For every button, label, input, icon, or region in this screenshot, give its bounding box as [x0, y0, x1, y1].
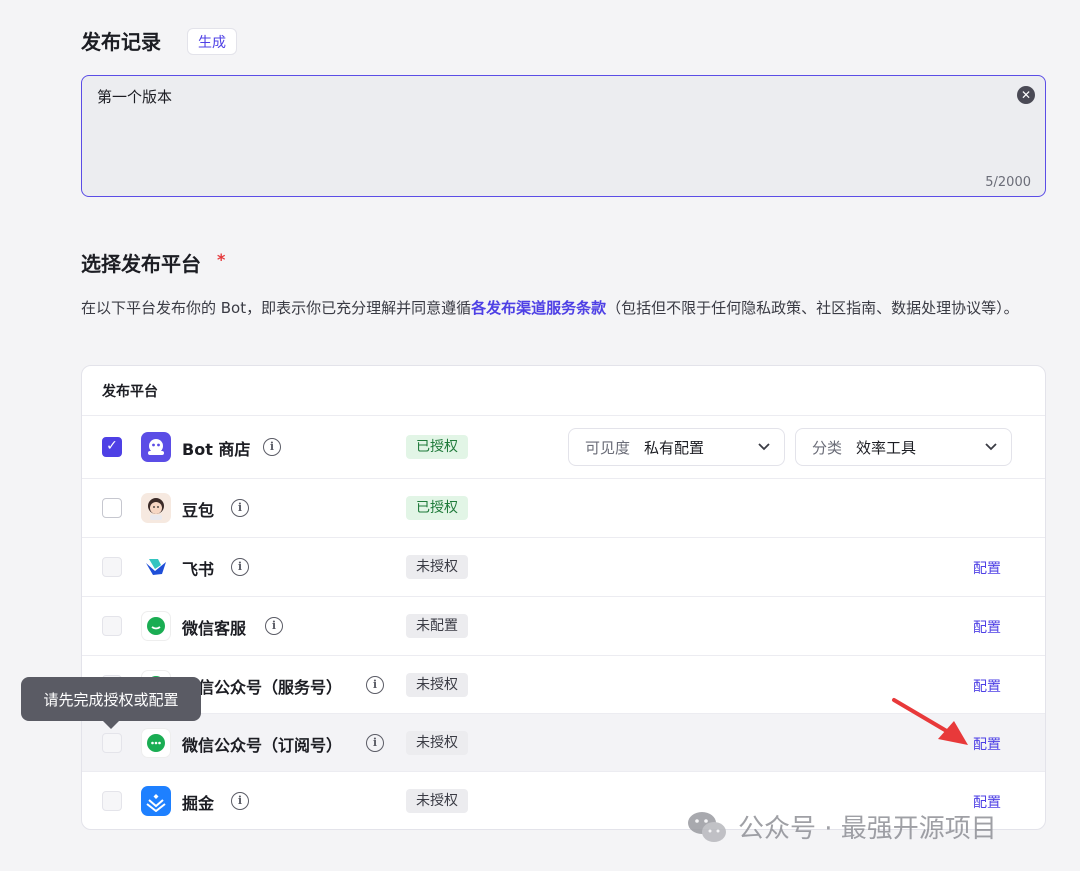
visibility-value: 私有配置 — [644, 438, 705, 457]
checkbox-feishu[interactable] — [102, 557, 122, 577]
tooltip-arrow — [103, 721, 119, 729]
char-counter: 5/2000 — [985, 175, 1031, 190]
status-badge: 已授权 — [406, 435, 468, 459]
table-row: 微信客服 i 未配置 配置 — [82, 597, 1045, 656]
checkbox-bot-store[interactable]: ✓ — [102, 437, 122, 457]
record-textarea[interactable]: 第一个版本 ✕ 5/2000 — [81, 75, 1046, 197]
checkbox-juejin[interactable] — [102, 791, 122, 811]
terms-after: （包括但不限于任何隐私政策、社区指南、数据处理协议等）。 — [606, 299, 1019, 317]
visibility-label: 可见度 — [585, 438, 631, 457]
info-icon[interactable]: i — [265, 617, 283, 635]
category-label: 分类 — [812, 438, 843, 457]
annotation-arrow-icon — [892, 698, 968, 745]
platform-title: 选择发布平台 — [81, 252, 201, 276]
watermark: 公众号 · 最强开源项目 — [686, 808, 997, 845]
terms-text: 在以下平台发布你的 Bot，即表示你已充分理解并同意遵循各发布渠道服务条款（包括… — [81, 295, 1046, 321]
config-link-wechat-service[interactable]: 配置 — [973, 617, 1001, 637]
platform-name: 飞书 — [182, 560, 215, 579]
watermark-text: 公众号 · 最强开源项目 — [738, 814, 997, 844]
info-icon[interactable]: i — [231, 558, 249, 576]
config-link-wechat-official-service[interactable]: 配置 — [973, 676, 1001, 696]
platform-table: 发布平台 ✓ Bot 商店 i 已授权 可见度 私有配置 分类 效率工具 豆包 … — [81, 365, 1046, 830]
platform-name: 微信公众号（服务号） — [182, 678, 343, 697]
checkbox-wechat-official-subscription[interactable] — [102, 733, 122, 753]
record-text: 第一个版本 — [97, 88, 173, 106]
category-select[interactable]: 分类 效率工具 — [795, 428, 1012, 466]
table-row: ✓ Bot 商店 i 已授权 可见度 私有配置 分类 效率工具 — [82, 416, 1045, 479]
platform-name: 微信客服 — [182, 619, 247, 638]
chevron-down-icon — [985, 443, 997, 451]
status-badge: 未配置 — [406, 614, 468, 638]
tooltip: 请先完成授权或配置 — [21, 677, 201, 721]
feishu-icon — [141, 552, 171, 582]
checkbox-wechat-service[interactable] — [102, 616, 122, 636]
chevron-down-icon — [758, 443, 770, 451]
table-row: 豆包 i 已授权 — [82, 479, 1045, 538]
info-icon[interactable]: i — [366, 676, 384, 694]
checkbox-doubao[interactable] — [102, 498, 122, 518]
clear-icon[interactable]: ✕ — [1017, 86, 1035, 104]
status-badge: 已授权 — [406, 496, 468, 520]
juejin-icon — [141, 786, 171, 816]
wechat-icon — [141, 728, 171, 758]
platform-name: Bot 商店 — [182, 440, 251, 459]
category-value: 效率工具 — [856, 438, 917, 457]
table-row: 飞书 i 未授权 配置 — [82, 538, 1045, 597]
status-badge: 未授权 — [406, 731, 468, 755]
wechat-icon — [141, 611, 171, 641]
visibility-select[interactable]: 可见度 私有配置 — [568, 428, 785, 466]
status-badge: 未授权 — [406, 789, 468, 813]
info-icon[interactable]: i — [263, 438, 281, 456]
terms-link[interactable]: 各发布渠道服务条款 — [471, 299, 606, 317]
status-badge: 未授权 — [406, 673, 468, 697]
info-icon[interactable]: i — [231, 499, 249, 517]
info-icon[interactable]: i — [231, 792, 249, 810]
record-title: 发布记录 — [81, 30, 161, 54]
platform-name: 豆包 — [182, 501, 215, 520]
table-header: 发布平台 — [82, 366, 1045, 416]
config-link-feishu[interactable]: 配置 — [973, 558, 1001, 578]
terms-before: 在以下平台发布你的 Bot，即表示你已充分理解并同意遵循 — [81, 299, 472, 317]
generate-button[interactable]: 生成 — [187, 28, 237, 55]
bot-store-icon — [141, 432, 171, 462]
wechat-watermark-icon — [688, 811, 726, 842]
info-icon[interactable]: i — [366, 734, 384, 752]
platform-name: 微信公众号（订阅号） — [182, 736, 343, 755]
required-mark: * — [217, 250, 226, 269]
doubao-avatar-icon — [141, 493, 171, 523]
platform-name: 掘金 — [182, 794, 215, 813]
status-badge: 未授权 — [406, 555, 468, 579]
